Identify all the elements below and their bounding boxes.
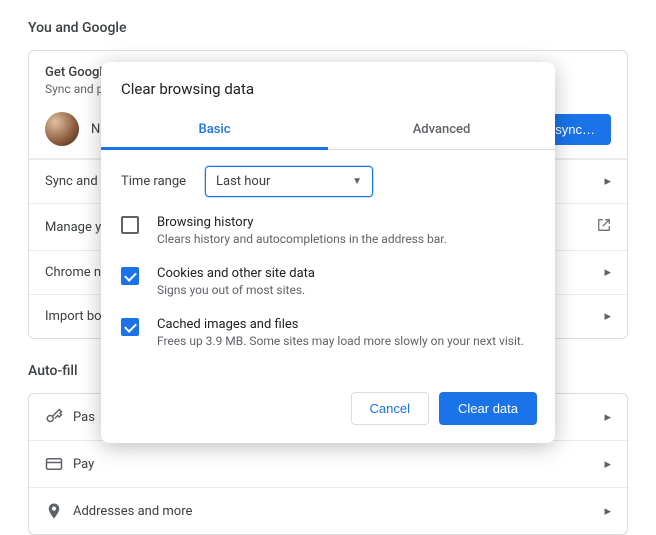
time-range-value: Last hour — [216, 174, 270, 189]
chevron-right-icon: ▸ — [604, 309, 611, 324]
row-sync-label: Sync and C — [45, 174, 109, 189]
avatar — [45, 112, 79, 146]
time-range-row: Time range Last hour ▼ — [101, 150, 555, 205]
time-range-select[interactable]: Last hour ▼ — [205, 166, 373, 197]
row-payments-label: Pay — [73, 457, 94, 472]
tab-advanced[interactable]: Advanced — [328, 112, 555, 149]
clear-data-button[interactable]: Clear data — [439, 392, 537, 425]
time-range-label: Time range — [121, 174, 205, 189]
external-link-icon — [597, 218, 611, 236]
location-icon — [45, 502, 73, 520]
option-browsing-history: Browsing history Clears history and auto… — [101, 205, 555, 256]
section-heading-you-and-google: You and Google — [28, 20, 628, 36]
clear-browsing-data-dialog: Clear browsing data Basic Advanced Time … — [101, 62, 555, 443]
dialog-actions: Cancel Clear data — [101, 358, 555, 427]
row-import-label: Import boo — [45, 309, 109, 324]
dialog-title: Clear browsing data — [101, 80, 555, 112]
option-cache-sub: Frees up 3.9 MB. Some sites may load mor… — [157, 334, 524, 348]
dialog-tabs: Basic Advanced — [101, 112, 555, 150]
option-cookies: Cookies and other site data Signs you ou… — [101, 256, 555, 307]
option-cache-title: Cached images and files — [157, 317, 524, 332]
caret-down-icon: ▼ — [352, 176, 362, 187]
chevron-right-icon: ▸ — [604, 504, 611, 519]
chevron-right-icon: ▸ — [604, 174, 611, 189]
option-cache: Cached images and files Frees up 3.9 MB.… — [101, 307, 555, 358]
chevron-right-icon: ▸ — [604, 457, 611, 472]
credit-card-icon — [45, 455, 73, 473]
checkbox-cookies[interactable] — [121, 267, 139, 285]
checkbox-browsing-history[interactable] — [121, 216, 139, 234]
checkbox-cache[interactable] — [121, 318, 139, 336]
row-payments[interactable]: Pay ▸ — [29, 440, 627, 487]
chevron-right-icon: ▸ — [604, 265, 611, 280]
cancel-button[interactable]: Cancel — [351, 392, 429, 425]
row-passwords-label: Pas — [73, 410, 95, 425]
option-cookies-title: Cookies and other site data — [157, 266, 315, 281]
row-addresses[interactable]: Addresses and more ▸ — [29, 487, 627, 534]
row-manage-label: Manage yo — [45, 220, 109, 235]
profile-name: N — [91, 122, 100, 137]
option-history-sub: Clears history and autocompletions in th… — [157, 232, 447, 246]
key-icon — [45, 408, 73, 426]
chevron-right-icon: ▸ — [604, 410, 611, 425]
option-cookies-sub: Signs you out of most sites. — [157, 283, 315, 297]
tab-basic[interactable]: Basic — [101, 112, 328, 150]
option-history-title: Browsing history — [157, 215, 447, 230]
row-addresses-label: Addresses and more — [73, 504, 192, 519]
row-chrome-label: Chrome na — [45, 265, 108, 280]
